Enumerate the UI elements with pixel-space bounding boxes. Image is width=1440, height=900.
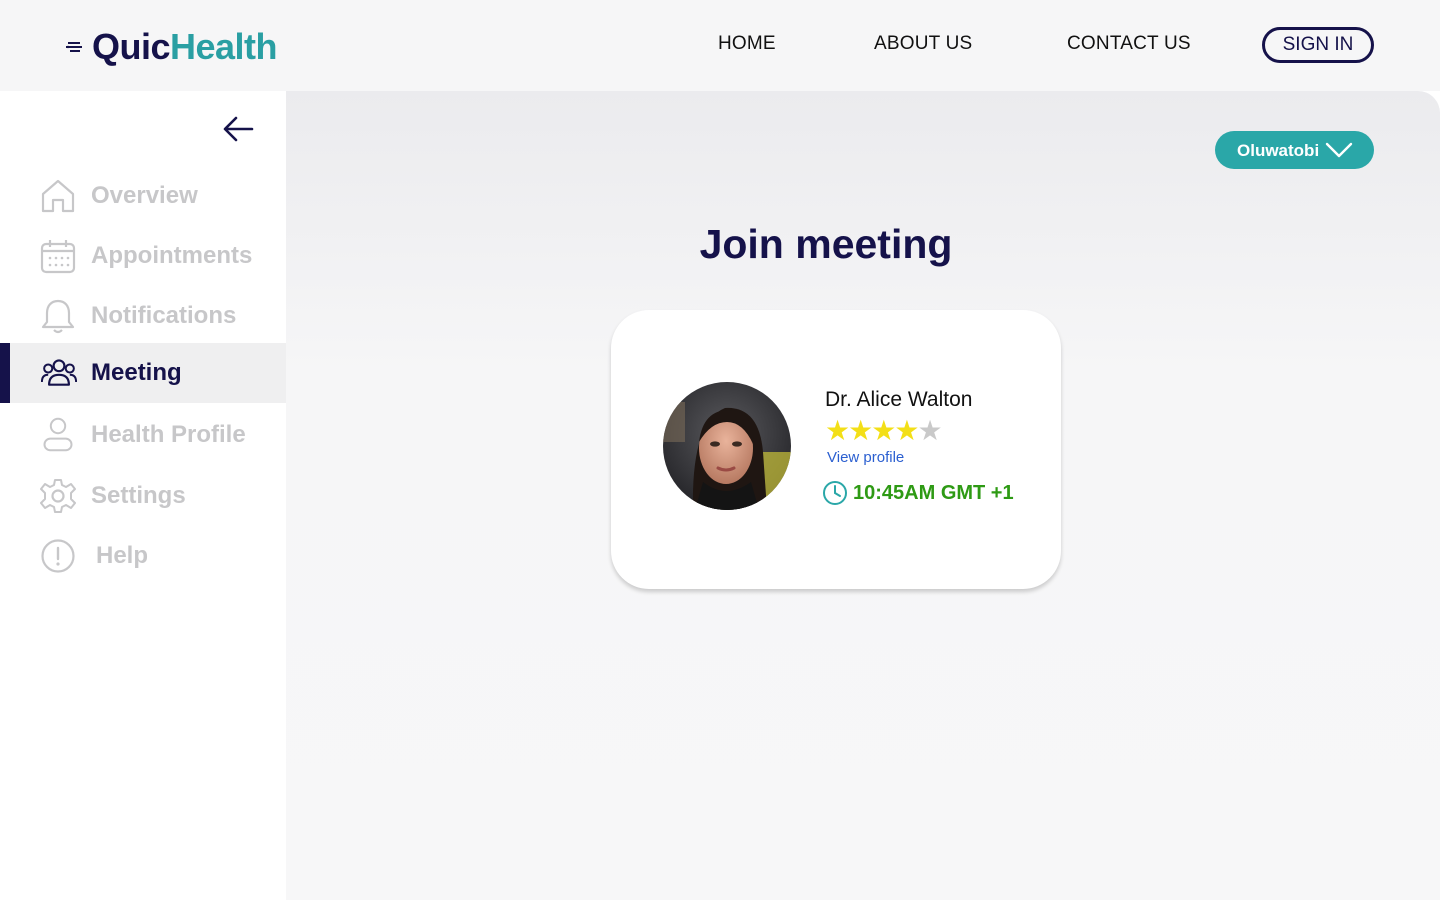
meeting-time: 10:45AM GMT +1 (822, 480, 1014, 506)
main-content: Oluwatobi Join meeting Dr. Alice Walton … (286, 91, 1440, 900)
home-icon (41, 179, 75, 213)
arrow-left-icon[interactable] (222, 115, 254, 143)
doctor-name: Dr. Alice Walton (825, 388, 973, 411)
page-title: Join meeting (699, 221, 953, 267)
brand-wordmark: QuicHealth (92, 24, 278, 70)
sidebar-item-meeting[interactable]: Meeting (0, 343, 286, 403)
user-name: Oluwatobi (1237, 141, 1320, 160)
star-filled-icon: ★ (871, 415, 896, 446)
sidebar-item-help[interactable]: Help (0, 526, 286, 586)
meeting-card: Dr. Alice Walton ★★★★★ View profile 10:4… (611, 310, 1061, 589)
sidebar-item-label: Health Profile (91, 421, 246, 448)
star-filled-icon: ★ (848, 415, 873, 446)
doctor-photo (663, 382, 791, 510)
active-indicator (0, 343, 10, 403)
sidebar-item-appointments[interactable]: Appointments (0, 226, 286, 286)
sidebar-item-notifications[interactable]: Notifications (0, 286, 286, 346)
brand-logo[interactable]: QuicHealth (66, 24, 278, 70)
sign-in-button[interactable]: SIGN IN (1262, 27, 1374, 63)
rating-stars: ★★★★★ (825, 415, 943, 446)
sidebar-item-label: Settings (91, 482, 186, 509)
chevron-down-icon (1325, 142, 1353, 158)
nav-contact-link[interactable]: CONTACT US (1067, 33, 1191, 55)
sidebar-item-label: Appointments (91, 242, 253, 269)
top-navigation-bar: QuicHealth HOME ABOUT US CONTACT US SIGN… (0, 0, 1440, 91)
sidebar-item-label: Notifications (91, 302, 237, 329)
calendar-icon (40, 240, 76, 274)
logo-speed-lines-icon (66, 42, 82, 52)
nav-about-link[interactable]: ABOUT US (874, 33, 972, 55)
nav-home-link[interactable]: HOME (718, 33, 776, 55)
gear-icon (40, 479, 76, 513)
star-filled-icon: ★ (825, 415, 850, 446)
star-empty-icon: ★ (917, 415, 942, 446)
clock-icon (823, 481, 847, 505)
sidebar-item-health-profile[interactable]: Health Profile (0, 405, 286, 465)
user-menu-button[interactable]: Oluwatobi (1215, 131, 1374, 169)
sidebar-item-label: Overview (91, 182, 198, 209)
meeting-time-text: 10:45AM GMT +1 (853, 481, 1014, 504)
alert-circle-icon (41, 539, 75, 573)
user-icon (43, 417, 73, 452)
sidebar-item-label: Help (96, 542, 149, 569)
sidebar-item-settings[interactable]: Settings (0, 466, 286, 526)
brand-wordmark-part2: Health (170, 26, 278, 67)
star-filled-icon: ★ (894, 415, 919, 446)
bell-icon (41, 299, 75, 334)
sidebar-item-overview[interactable]: Overview (0, 166, 286, 226)
sidebar: Overview Appointments Notifications Meet… (0, 91, 286, 900)
brand-wordmark-part1: Quic (92, 26, 171, 67)
group-icon (41, 359, 77, 386)
doctor-avatar (663, 382, 791, 510)
view-profile-link[interactable]: View profile (827, 449, 904, 466)
sidebar-item-label: Meeting (91, 359, 182, 386)
